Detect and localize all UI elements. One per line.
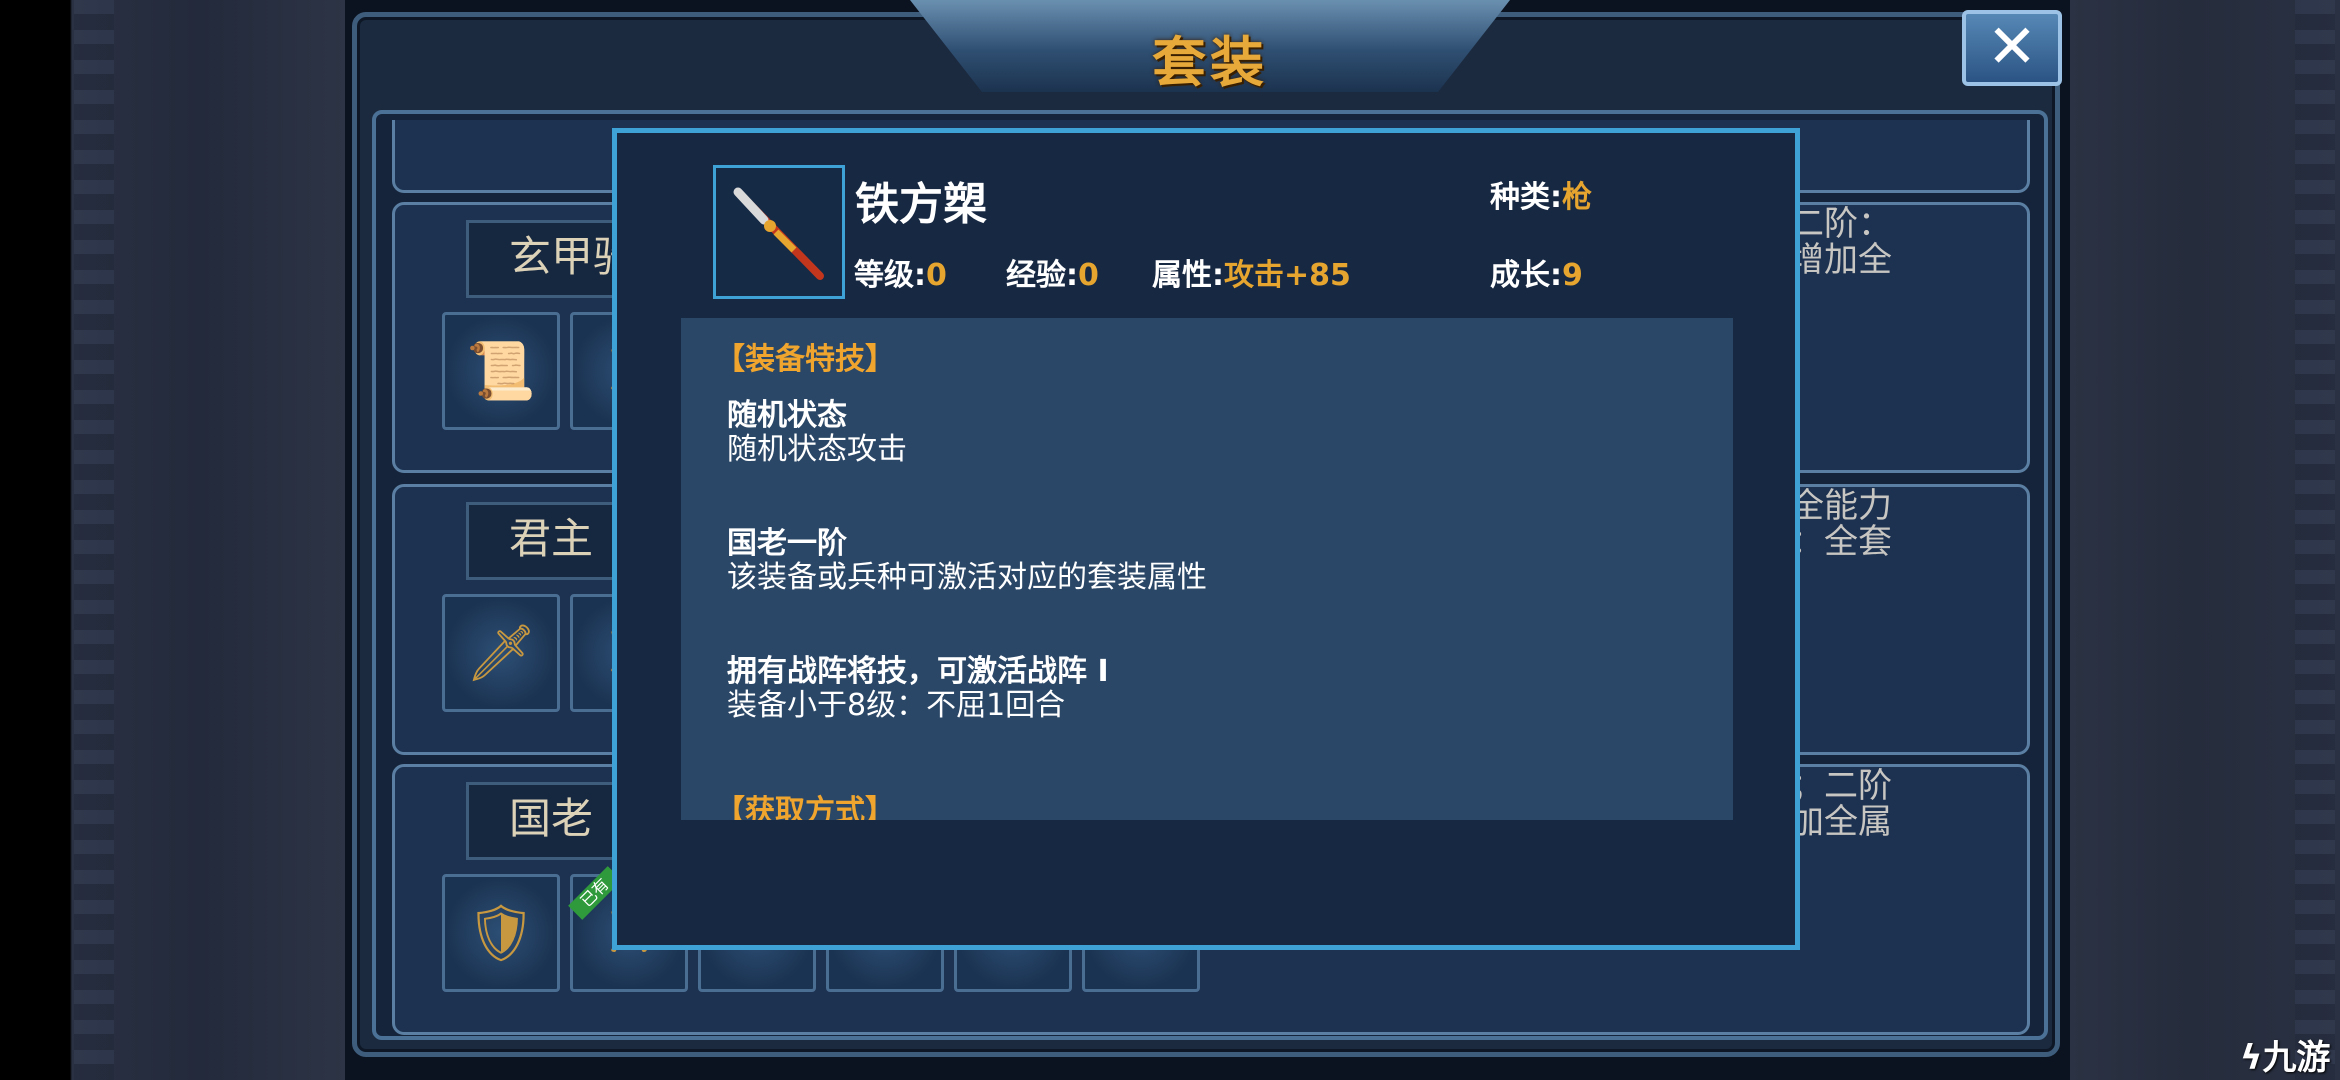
window-title: 套装 <box>1152 31 1268 94</box>
set-bonus-text: ；二阶 加全属 <box>1790 768 1892 840</box>
jiuyou-logo-icon: ϟ <box>2240 1038 2263 1078</box>
right-background <box>2070 0 2340 1080</box>
skill-description: 该装备或兵种可激活对应的套装属性 <box>727 560 1207 595</box>
item-icon-frame <box>713 165 845 299</box>
item-exp: 经验:0 <box>1006 258 1099 293</box>
skill-description: 随机状态攻击 <box>727 432 907 467</box>
close-button[interactable]: ✕ <box>1962 10 2062 86</box>
player-id-text <box>1555 0 1815 26</box>
item-type: 种类:枪 <box>1490 180 1592 215</box>
equipment-slot[interactable]: 📜 <box>442 312 560 430</box>
left-scroll-ornament <box>74 0 114 1080</box>
equipment-slot[interactable]: 🛡 <box>442 874 560 992</box>
skills-header: 【装备特技】 <box>715 342 895 377</box>
close-icon: ✕ <box>1986 12 2038 82</box>
item-growth: 成长:9 <box>1490 258 1583 293</box>
sword-item-icon: 🗡 <box>465 621 537 686</box>
obtain-method-header: 【获取方式】 <box>715 794 895 820</box>
spear-icon <box>733 187 824 280</box>
armor-item-icon: 🛡 <box>465 901 537 966</box>
item-name: 铁方槊 <box>855 179 987 230</box>
bottom-tab-bar <box>380 1048 2080 1080</box>
left-background <box>0 0 345 1080</box>
set-bonus-text: 全能力 ：全套 <box>1790 488 1892 560</box>
right-scroll-ornament <box>2295 0 2335 1080</box>
item-attribute: 属性:攻击+85 <box>1152 258 1351 293</box>
item-description-scroll[interactable]: 【装备特技】 随机状态 随机状态攻击 国老一阶 该装备或兵种可激活对应的套装属性… <box>681 318 1733 820</box>
equipment-slot[interactable]: 🗡 <box>442 594 560 712</box>
set-bonus-text: 二阶： 增加全 <box>1790 206 1892 278</box>
watermark-logo: ϟ九游 <box>2240 1038 2331 1078</box>
scroll-item-icon: 📜 <box>466 339 536 404</box>
skill-description: 装备小于8级：不屈1回合 <box>727 688 1066 723</box>
item-level: 等级:0 <box>854 258 947 293</box>
